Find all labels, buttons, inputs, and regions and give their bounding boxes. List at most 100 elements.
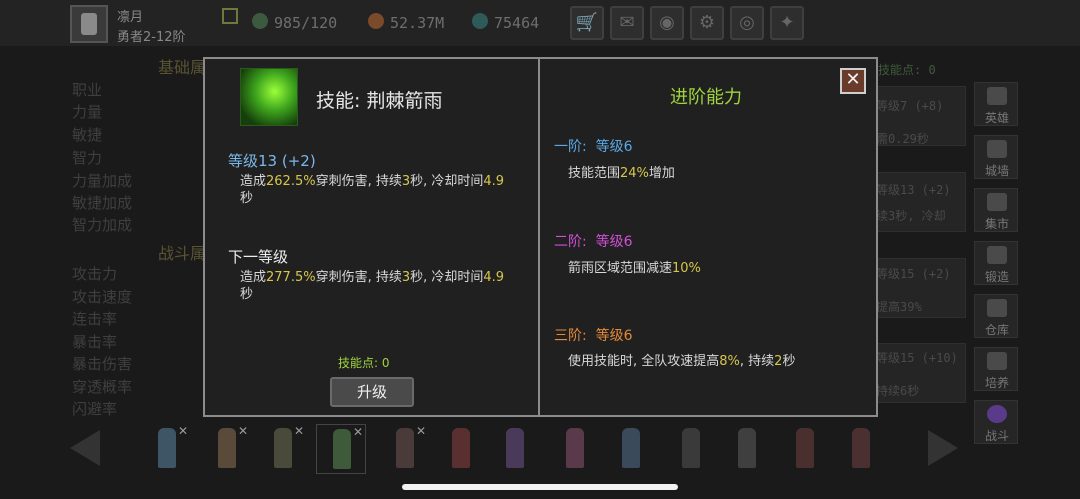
- remove-icon[interactable]: ✕: [294, 424, 304, 438]
- stat-label: 职业: [72, 81, 103, 99]
- hero-slot[interactable]: ✕: [202, 424, 252, 474]
- gem-icon: [472, 13, 488, 29]
- bg-card-text: 持续6秒: [876, 384, 920, 398]
- energy-value: 985/120: [274, 14, 338, 32]
- stat-label: 闪避率: [72, 400, 118, 418]
- hero-slot[interactable]: [666, 424, 716, 474]
- tier-1-header: 一阶: 等级6: [554, 139, 633, 155]
- hero-slot[interactable]: [836, 424, 886, 474]
- advanced-abilities-title: 进阶能力: [670, 87, 742, 108]
- player-level: 勇者2-12阶: [117, 30, 186, 45]
- nav-hero[interactable]: 英雄: [974, 82, 1018, 126]
- remove-icon[interactable]: ✕: [416, 424, 426, 438]
- hero-sprite-icon: [333, 429, 351, 469]
- hero-slot[interactable]: [722, 424, 772, 474]
- stat-label: 连击率: [72, 310, 118, 328]
- hero-slot[interactable]: [490, 424, 540, 474]
- bg-skill-points: 技能点: 0: [878, 63, 936, 77]
- bg-card-text: 等级15 (+10): [876, 351, 958, 365]
- arrow-rain-skill-icon: [240, 68, 298, 126]
- player-name: 凛月: [117, 10, 144, 25]
- hero-slot[interactable]: [436, 424, 486, 474]
- stat-label: 智力加成: [72, 216, 133, 234]
- tier-1-description: 技能范围24%增加: [568, 166, 675, 181]
- settings-button[interactable]: ⚙: [690, 6, 724, 40]
- hero-slot[interactable]: [780, 424, 830, 474]
- tier-2-description: 箭雨区域范围减速10%: [568, 261, 701, 276]
- stat-label: 穿透概率: [72, 378, 133, 396]
- bg-card-text: 等级15 (+2): [876, 267, 951, 281]
- mail-button[interactable]: ✉: [610, 6, 644, 40]
- hero-sprite-icon: [274, 428, 292, 468]
- next-level-title: 下一等级: [228, 248, 289, 266]
- shop-button[interactable]: 🛒: [570, 6, 604, 40]
- bg-card-text: 等级7 (+8): [876, 99, 944, 113]
- hero-sprite-icon: [796, 428, 814, 468]
- nav-market[interactable]: 集市: [974, 188, 1018, 232]
- gold-value: 52.37M: [390, 14, 445, 32]
- remove-icon[interactable]: ✕: [353, 425, 363, 439]
- stat-label: 暴击伤害: [72, 355, 133, 373]
- train-icon: [987, 352, 1007, 370]
- nav-wall[interactable]: 城墙: [974, 135, 1018, 179]
- hero-sprite-icon: [158, 428, 176, 468]
- modal-divider: [538, 57, 540, 417]
- remove-icon[interactable]: ✕: [178, 424, 188, 438]
- current-description: 造成262.5%穿刺伤害, 持续3秒, 冷却时间4.9秒: [240, 174, 505, 206]
- battle-portal-icon: [987, 405, 1007, 423]
- home-indicator[interactable]: [402, 484, 678, 490]
- hero-sprite-icon: [396, 428, 414, 468]
- hero-slot[interactable]: [550, 424, 600, 474]
- gamepad-button[interactable]: ◉: [650, 6, 684, 40]
- stat-label: 智力: [72, 149, 103, 167]
- forge-icon: [987, 246, 1007, 264]
- bg-card-text: 提高39%: [876, 300, 922, 314]
- close-icon[interactable]: ✕: [840, 68, 866, 94]
- bg-card-text: 等级13 (+2): [876, 183, 951, 197]
- player-avatar[interactable]: [70, 5, 108, 43]
- stat-label: 攻击力: [72, 265, 118, 283]
- stat-label: 暴击率: [72, 333, 118, 351]
- tier-3-header: 三阶: 等级6: [554, 328, 633, 344]
- nav-train[interactable]: 培养: [974, 347, 1018, 391]
- storage-icon: [987, 299, 1007, 317]
- gem-value: 75464: [494, 14, 540, 32]
- gift-button[interactable]: ✦: [770, 6, 804, 40]
- stat-label: 敏捷加成: [72, 194, 133, 212]
- hero-slot[interactable]: ✕: [258, 424, 308, 474]
- hero-sprite-icon: [738, 428, 756, 468]
- energy-icon: [252, 13, 268, 29]
- wall-icon: [987, 140, 1007, 158]
- skill-title: 技能: 荆棘箭雨: [316, 90, 443, 112]
- skill-points: 技能点: 0: [338, 356, 390, 370]
- hero-sprite-icon: [852, 428, 870, 468]
- nav-battle[interactable]: 战斗: [974, 400, 1018, 444]
- hero-sprite-icon: [682, 428, 700, 468]
- hero-sprite-icon: [566, 428, 584, 468]
- upgrade-button[interactable]: 升级: [330, 377, 414, 407]
- nav-forge[interactable]: 锻造: [974, 241, 1018, 285]
- tier-3-description: 使用技能时, 全队攻速提高8%, 持续2秒: [568, 354, 796, 369]
- hero-sprite-icon: [452, 428, 470, 468]
- tier-2-header: 二阶: 等级6: [554, 234, 633, 250]
- bg-card-text: 需0.29秒: [876, 132, 929, 146]
- prev-hero-arrow-icon[interactable]: [70, 430, 100, 466]
- bg-card-text: 续3秒, 冷却: [876, 209, 946, 223]
- remove-icon[interactable]: ✕: [238, 424, 248, 438]
- hero-sprite-icon: [622, 428, 640, 468]
- wheel-button[interactable]: ◎: [730, 6, 764, 40]
- gold-icon: [368, 13, 384, 29]
- edit-icon[interactable]: [222, 8, 238, 24]
- market-icon: [987, 193, 1007, 211]
- hero-slot[interactable]: ✕: [380, 424, 430, 474]
- stat-label: 攻击速度: [72, 288, 133, 306]
- battle-attr-section: 战斗属: [158, 244, 207, 263]
- next-hero-arrow-icon[interactable]: [928, 430, 958, 466]
- avatar-face-icon: [81, 13, 97, 35]
- hero-slot-selected[interactable]: ✕: [316, 424, 366, 474]
- hero-slot[interactable]: [606, 424, 656, 474]
- hero-slot[interactable]: ✕: [142, 424, 192, 474]
- stat-label: 力量加成: [72, 172, 133, 190]
- nav-storage[interactable]: 仓库: [974, 294, 1018, 338]
- current-level: 等级13 (+2): [228, 152, 316, 170]
